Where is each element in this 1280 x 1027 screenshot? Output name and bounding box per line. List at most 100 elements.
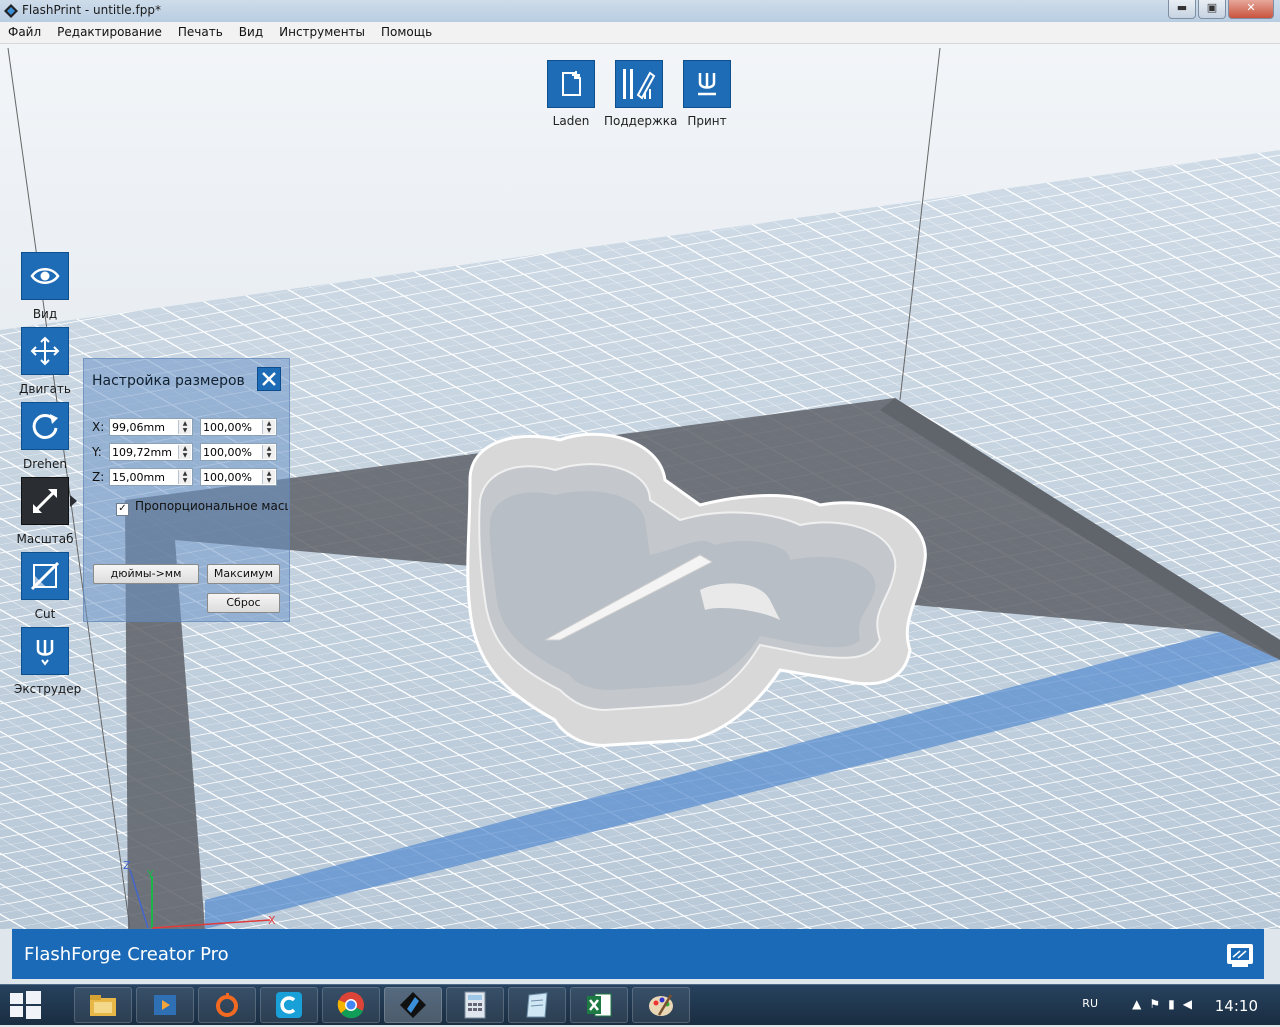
active-tool-pointer [70, 495, 77, 507]
inches-to-mm-button[interactable]: дюймы->мм [93, 564, 199, 584]
y-percent-spin-arrows[interactable]: ▲ ▼ [262, 445, 275, 459]
network-signal-icon[interactable]: ▮ [1168, 997, 1183, 1011]
taskbar-origin[interactable] [198, 987, 256, 1023]
y-size-input[interactable]: 109,72mm ▲ ▼ [109, 443, 193, 461]
taskbar-chrome[interactable] [322, 987, 380, 1023]
x-size-spin-arrows[interactable]: ▲ ▼ [178, 420, 191, 434]
reset-button[interactable]: Сброс [207, 593, 280, 613]
axis-y-label: Y [147, 868, 154, 881]
window-title: FlashPrint - untitle.fpp* [22, 3, 161, 17]
x-size-value: 99,06mm [112, 421, 165, 434]
notepad-icon [526, 992, 548, 1018]
menu-print[interactable]: Печать [170, 22, 231, 43]
support-icon [615, 60, 663, 108]
menu-tools[interactable]: Инструменты [271, 22, 373, 43]
side-tool-view-label: Вид [32, 307, 58, 321]
z-size-input[interactable]: 15,00mm ▲ ▼ [109, 468, 193, 486]
eye-icon [21, 252, 69, 300]
start-button[interactable] [2, 987, 48, 1023]
taskbar-media-player[interactable] [136, 987, 194, 1023]
scale-panel-title: Настройка размеров [92, 373, 245, 389]
menu-help[interactable]: Помощь [373, 22, 440, 43]
extruder-icon [21, 627, 69, 675]
menu-bar: Файл Редактирование Печать Вид Инструмен… [0, 22, 1280, 44]
y-percent-value: 100,00% [203, 446, 252, 459]
printer-connect-icon[interactable] [1224, 938, 1256, 970]
z-percent-input[interactable]: 100,00% ▲ ▼ [200, 468, 277, 486]
scale-panel: Настройка размеров X: 99,06mm ▲ ▼ 100,00%… [83, 358, 290, 622]
scale-panel-close-button[interactable] [257, 367, 281, 391]
taskbar-notepad[interactable] [508, 987, 566, 1023]
ccleaner-icon [276, 992, 302, 1018]
side-tool-rotate-label: Drehen [23, 457, 67, 471]
taskbar-excel[interactable] [570, 987, 628, 1023]
taskbar-flashprint[interactable] [384, 987, 442, 1023]
maximum-button[interactable]: Максимум [207, 564, 280, 584]
print-nozzle-icon [683, 60, 731, 108]
y-size-value: 109,72mm [112, 446, 172, 459]
load-tool[interactable]: Laden [536, 60, 606, 128]
print-tool[interactable]: Принт [672, 60, 742, 128]
side-tool-extruder[interactable]: Экструдер [14, 627, 82, 696]
z-size-spin-arrows[interactable]: ▲ ▼ [178, 470, 191, 484]
close-icon [262, 372, 276, 386]
x-size-input[interactable]: 99,06mm ▲ ▼ [109, 418, 193, 436]
menu-file[interactable]: Файл [0, 22, 49, 43]
x-percent-spin-arrows[interactable]: ▲ ▼ [262, 420, 275, 434]
calculator-icon [464, 991, 486, 1019]
taskbar-calculator[interactable] [446, 987, 504, 1023]
side-tool-scale-label: Масштаб [16, 532, 74, 546]
menu-view[interactable]: Вид [231, 22, 271, 43]
side-tool-scale[interactable]: Масштаб [14, 477, 76, 546]
printer-status-bar: FlashForge Creator Pro [12, 929, 1264, 979]
taskbar-ccleaner[interactable] [260, 987, 318, 1023]
paint-icon [649, 994, 673, 1016]
volume-icon[interactable]: ◀ [1183, 997, 1200, 1011]
taskbar-explorer[interactable] [74, 987, 132, 1023]
taskbar: RU ▲⚑▮◀ 14:10 [0, 984, 1280, 1025]
side-tool-rotate[interactable]: Drehen [14, 402, 76, 471]
move-icon [21, 327, 69, 375]
side-tool-cut-label: Cut [34, 607, 56, 621]
chrome-icon [337, 992, 364, 1019]
printer-name: FlashForge Creator Pro [24, 944, 229, 965]
proportional-scale-label: Пропорциональное масш [135, 499, 288, 513]
axis-x-label: X [268, 914, 276, 927]
checkmark-icon: ✓ [116, 503, 129, 516]
axis-z-label: Z [123, 859, 131, 872]
flashprint-app-icon [4, 4, 18, 18]
proportional-scale-checkbox[interactable]: ✓ Пропорциональное масш [116, 499, 288, 516]
flashprint-icon [400, 992, 426, 1018]
cut-icon [21, 552, 69, 600]
origin-icon [216, 993, 238, 1017]
show-hidden-icons-icon[interactable]: ▲ [1132, 997, 1149, 1011]
menu-edit[interactable]: Редактирование [49, 22, 170, 43]
side-tool-move[interactable]: Двигать [14, 327, 76, 396]
windows-logo-icon [10, 991, 41, 1019]
y-percent-input[interactable]: 100,00% ▲ ▼ [200, 443, 277, 461]
excel-icon [587, 993, 612, 1017]
language-indicator[interactable]: RU [1082, 997, 1098, 1010]
side-tool-view[interactable]: Вид [14, 252, 76, 321]
action-center-flag-icon[interactable]: ⚑ [1149, 997, 1168, 1011]
rotate-icon [21, 402, 69, 450]
clock[interactable]: 14:10 [1215, 997, 1258, 1015]
y-axis-label: Y: [92, 445, 102, 459]
side-tool-extruder-label: Экструдер [14, 682, 82, 696]
z-percent-spin-arrows[interactable]: ▲ ▼ [262, 470, 275, 484]
close-window-button[interactable]: ✕ [1228, 0, 1274, 19]
y-size-spin-arrows[interactable]: ▲ ▼ [178, 445, 191, 459]
x-percent-input[interactable]: 100,00% ▲ ▼ [200, 418, 277, 436]
z-percent-value: 100,00% [203, 471, 252, 484]
support-label: Поддержка [604, 114, 678, 128]
support-tool[interactable]: Поддержка [604, 60, 678, 128]
x-axis-label: X: [92, 420, 105, 434]
explorer-icon [90, 995, 116, 1016]
media-player-icon [154, 995, 176, 1015]
tray-icons[interactable]: ▲⚑▮◀ [1132, 997, 1200, 1011]
maximize-button[interactable]: ▣ [1198, 0, 1226, 19]
side-tool-move-label: Двигать [19, 382, 71, 396]
taskbar-paint[interactable] [632, 987, 690, 1023]
minimize-button[interactable]: ▬ [1168, 0, 1196, 19]
side-tool-cut[interactable]: Cut [14, 552, 76, 621]
